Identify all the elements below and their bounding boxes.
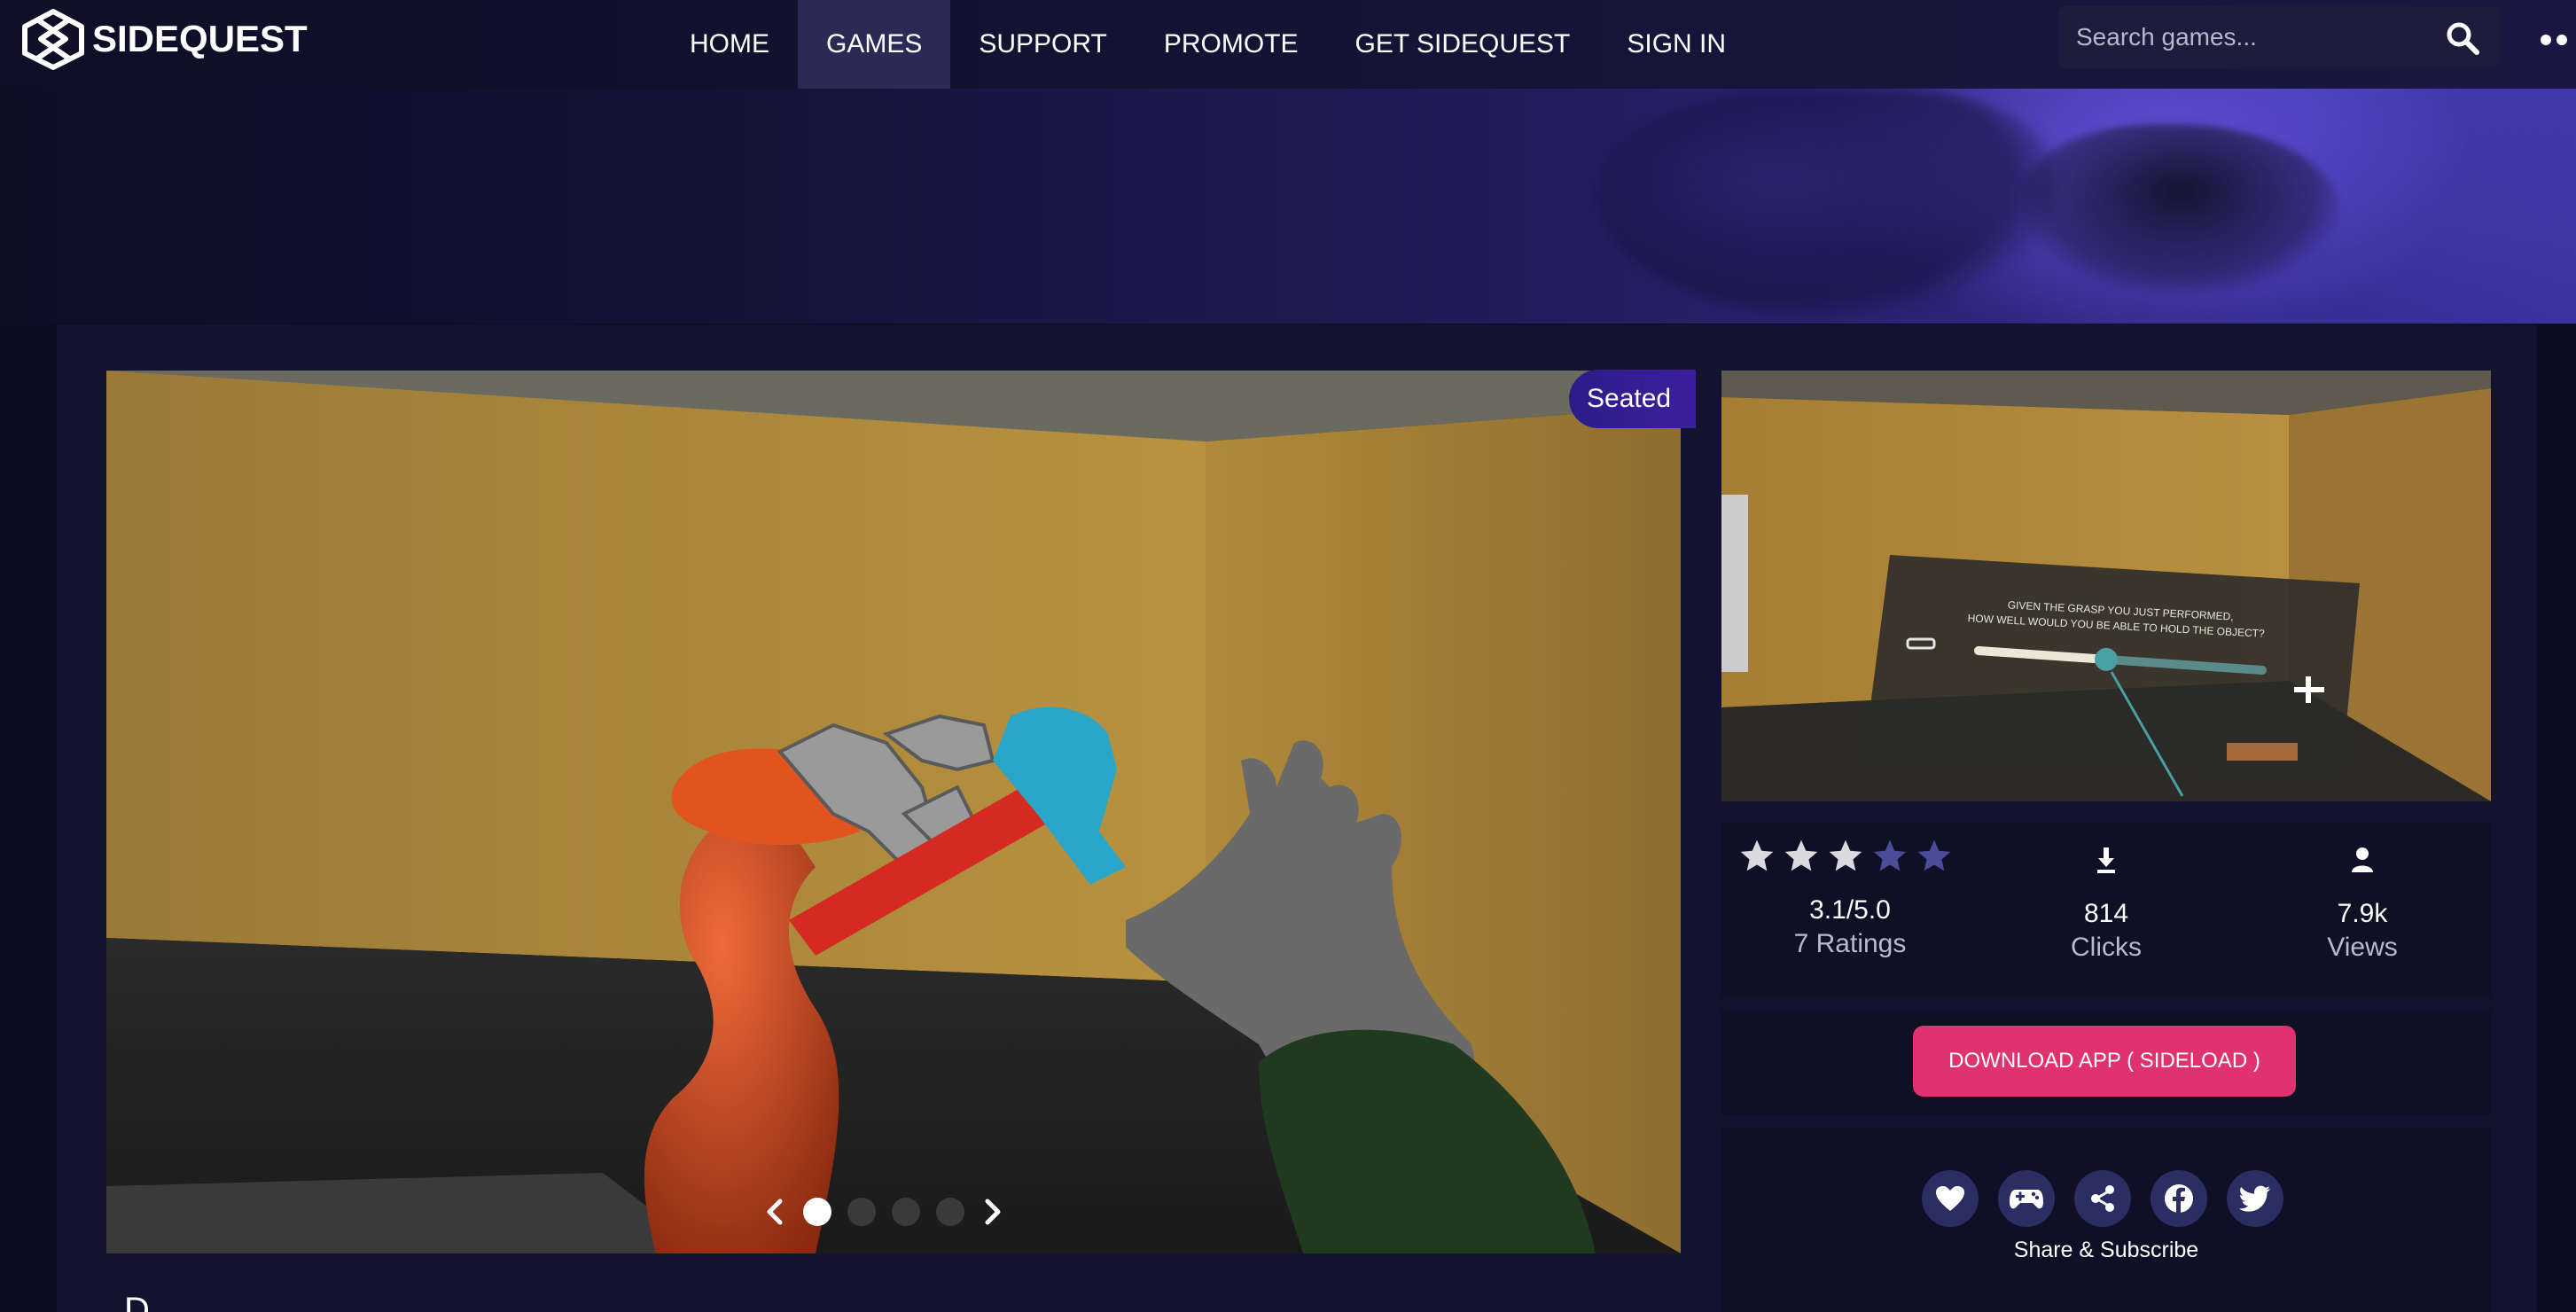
more-icon[interactable] (2537, 27, 2576, 53)
chevron-right-icon[interactable] (980, 1196, 1005, 1228)
main-screenshot[interactable] (106, 371, 1681, 1253)
search-input[interactable] (2076, 23, 2431, 51)
seated-badge: Seated (1569, 370, 1697, 428)
gamepad-icon[interactable] (1998, 1170, 2055, 1227)
star-icon (1873, 840, 1907, 871)
stats-card: 3.1/5.0 7 Ratings 814 Clicks 7.9k Views (1721, 823, 2491, 996)
download-app-button[interactable]: DOWNLOAD APP ( SIDELOAD ) (1913, 1026, 2296, 1097)
nav-promote[interactable]: PROMOTE (1136, 0, 1327, 89)
carousel-controls (762, 1188, 1028, 1236)
views-value: 7.9k (2337, 899, 2388, 928)
rating-stat: 3.1/5.0 7 Ratings (1721, 823, 1979, 996)
nav-home[interactable]: HOME (661, 0, 798, 89)
search-icon[interactable] (2445, 20, 2480, 56)
user-icon (2352, 847, 2373, 872)
carousel-dot-4[interactable] (936, 1198, 964, 1226)
views-label: Views (2327, 933, 2398, 962)
sidequest-logo[interactable]: SIDEQUEST (20, 7, 308, 71)
chevron-left-icon[interactable] (762, 1196, 787, 1228)
rating-value: 3.1/5.0 (1809, 895, 1891, 925)
share-icon[interactable] (2074, 1170, 2131, 1227)
nav-support[interactable]: SUPPORT (950, 0, 1135, 89)
description-title: D (124, 1291, 150, 1312)
side-screenshot[interactable]: GIVEN THE GRASP YOU JUST PERFORMED, HOW … (1721, 371, 2491, 801)
star-icon (1740, 840, 1774, 871)
top-navbar: SIDEQUEST HOME GAMES SUPPORT PROMOTE GET… (0, 0, 2576, 89)
hero-art-shape (1596, 89, 2057, 319)
vr-survey-illustration: GIVEN THE GRASP YOU JUST PERFORMED, HOW … (1721, 371, 2491, 801)
hero-art-shape-dark (2021, 124, 2340, 293)
nav-sign-in[interactable]: SIGN IN (1598, 0, 1754, 89)
carousel-dot-2[interactable] (847, 1198, 876, 1226)
clicks-value: 814 (2083, 899, 2129, 928)
ratings-count: 7 Ratings (1793, 929, 1907, 958)
nav-games[interactable]: GAMES (798, 0, 951, 89)
twitter-icon[interactable] (2227, 1170, 2283, 1227)
facebook-icon[interactable] (2151, 1170, 2207, 1227)
main-nav: HOME GAMES SUPPORT PROMOTE GET SIDEQUEST… (661, 0, 1754, 89)
clicks-stat: 814 Clicks (1978, 823, 2235, 996)
search-box (2058, 6, 2500, 68)
views-stat: 7.9k Views (2234, 823, 2491, 996)
carousel-dot-3[interactable] (892, 1198, 920, 1226)
star-rating[interactable] (1737, 837, 1954, 876)
share-card: Share & Subscribe (1721, 1128, 2491, 1312)
logo-text: SIDEQUEST (92, 18, 308, 59)
vr-scene-illustration (106, 371, 1681, 1253)
clicks-label: Clicks (2071, 933, 2142, 962)
heart-icon[interactable] (1922, 1170, 1979, 1227)
carousel-dot-1[interactable] (803, 1198, 831, 1226)
share-buttons (1922, 1170, 2283, 1227)
star-icon (1917, 840, 1951, 871)
download-icon (2097, 847, 2115, 873)
share-subscribe-label: Share & Subscribe (2013, 1238, 2199, 1262)
nav-get-sidequest[interactable]: GET SIDEQUEST (1327, 0, 1599, 89)
star-icon (1784, 840, 1818, 871)
download-card: DOWNLOAD APP ( SIDELOAD ) (1721, 1011, 2491, 1115)
star-icon (1829, 840, 1862, 871)
sidequest-logo-icon (22, 9, 84, 70)
